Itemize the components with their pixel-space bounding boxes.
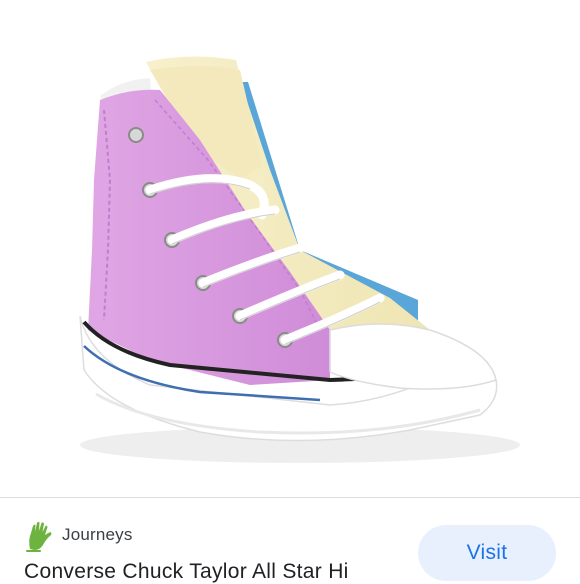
visit-button[interactable]: Visit <box>418 525 556 581</box>
journeys-hand-logo-icon <box>26 521 52 552</box>
toe-cap <box>329 323 497 390</box>
product-image[interactable] <box>0 0 580 497</box>
sneaker-illustration <box>79 56 520 463</box>
source-name[interactable]: Journeys <box>62 525 133 545</box>
result-card[interactable]: Journeys Converse Chuck Taylor All Star … <box>0 498 580 583</box>
product-title[interactable]: Converse Chuck Taylor All Star Hi <box>24 560 349 584</box>
source-row[interactable]: Journeys <box>24 518 133 552</box>
